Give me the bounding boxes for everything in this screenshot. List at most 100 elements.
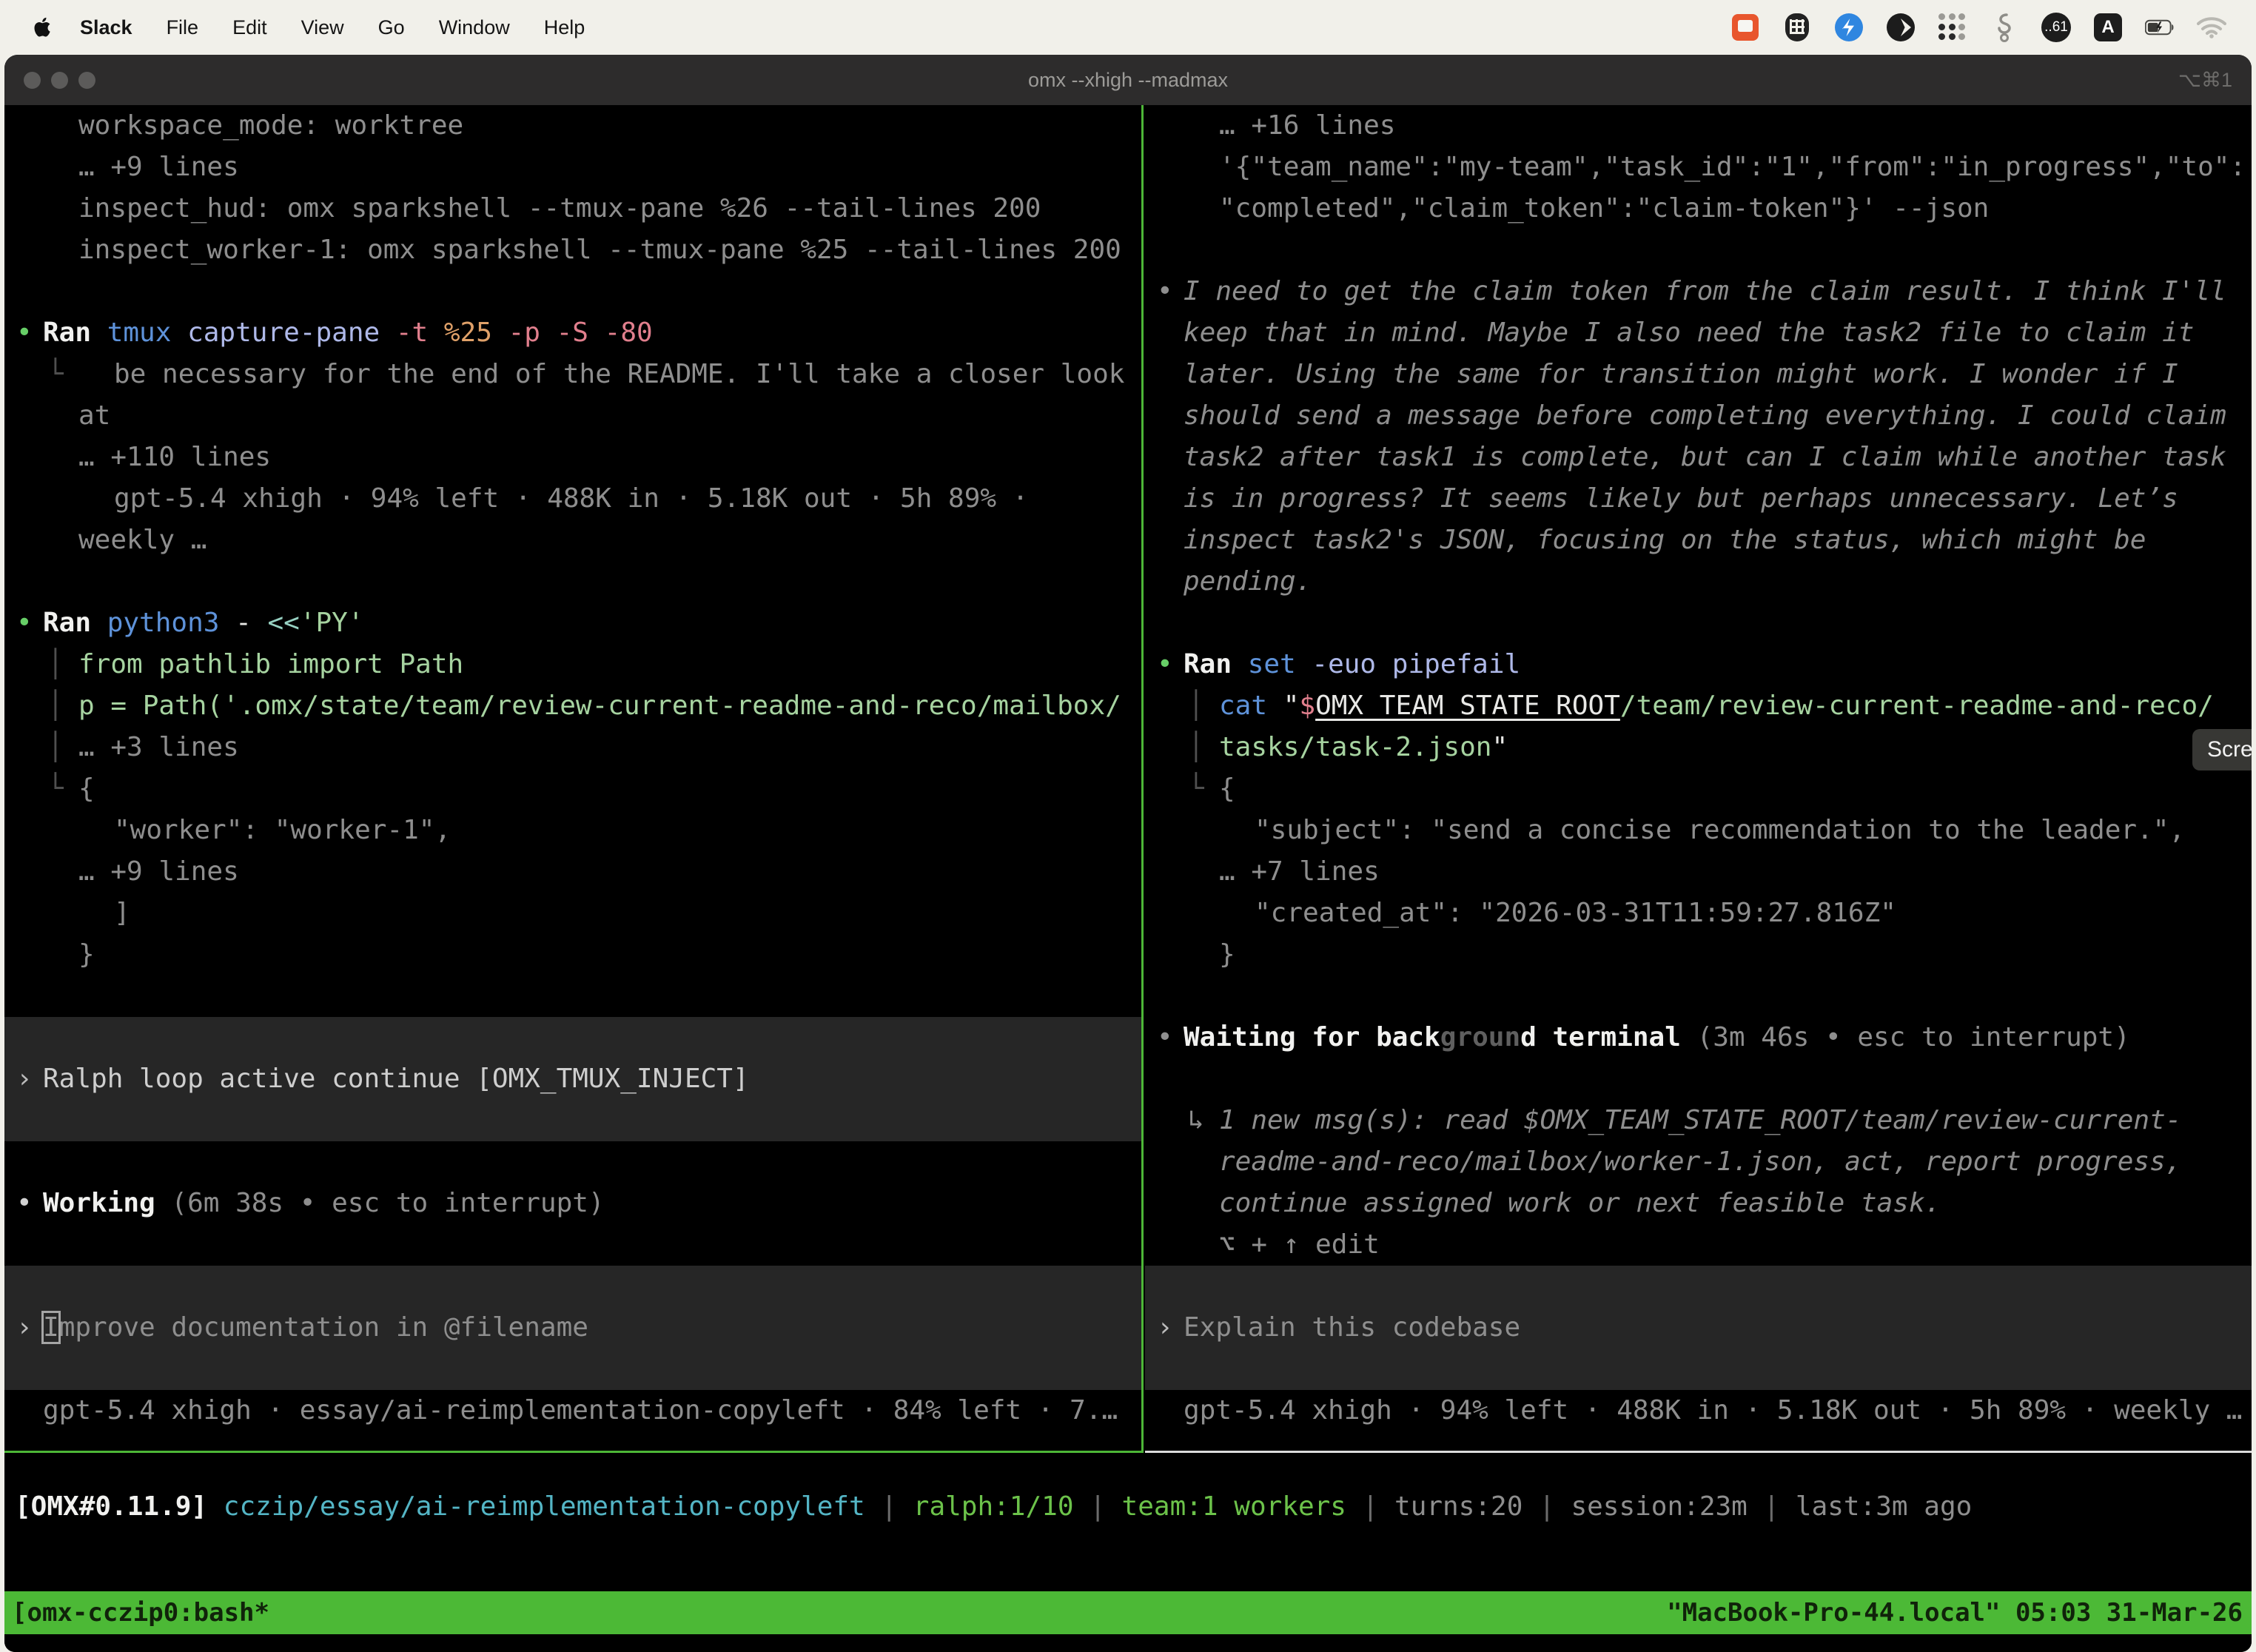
- terminal-line: ↳1 new msg(s): read $OMX_TEAM_STATE_ROOT…: [1145, 1100, 2252, 1141]
- terminal-line: ›Improve documentation in @filename: [4, 1307, 1141, 1349]
- count-badge-icon[interactable]: ..61: [2041, 13, 2071, 42]
- terminal-text: "completed","claim_token":"claim-token"}…: [1219, 193, 1989, 224]
- terminal-text: <<: [267, 608, 299, 638]
- terminal-text: … +9 lines: [78, 856, 239, 887]
- terminal-line: •Ran set -euo pipefail: [1145, 644, 2252, 685]
- terminal-text: ": [1491, 732, 1508, 762]
- terminal-line: at: [4, 395, 1141, 437]
- tmux-host-time: "MacBook-Pro-44.local" 05:03 31-Mar-26: [1667, 1598, 2252, 1628]
- terminal-line: … +110 lines: [4, 437, 1141, 478]
- line-gutter-marker: •: [16, 312, 33, 354]
- status-segment: [207, 1491, 224, 1522]
- terminal-text: "created_at": "2026-03-31T11:59:27.816Z": [1255, 898, 1896, 928]
- terminal-text: at: [78, 400, 110, 431]
- battery-icon[interactable]: [2145, 13, 2175, 42]
- dark-circle-app-icon[interactable]: [1886, 13, 1916, 42]
- terminal-text: from pathlib import Path: [78, 649, 463, 679]
- terminal-line: '{"team_name":"my-team","task_id":"1","f…: [1145, 147, 2252, 188]
- terminal-window: omx --xhigh --madmax ⌥⌘1 workspace_mode:…: [4, 55, 2252, 1652]
- terminal-text: d terminal: [1520, 1022, 1681, 1052]
- status-segment: ralph:1/10: [913, 1491, 1074, 1522]
- menu-item-file[interactable]: File: [150, 0, 216, 55]
- terminal-text: }: [1219, 939, 1235, 970]
- tmux-session-label: [omx-cczip0:bash*: [4, 1598, 269, 1628]
- terminal-text: gpt-5.4 xhigh · 94% left · 488K in · 5.1…: [1184, 1395, 2242, 1426]
- terminal-line: should send a message before completing …: [1145, 395, 2252, 437]
- line-gutter-marker: •: [1157, 644, 1173, 685]
- line-gutter-marker: │: [47, 727, 64, 768]
- terminal-line: │tasks/task-2.json": [1145, 727, 2252, 768]
- terminal-text: later. Using the same for transition mig…: [1184, 359, 2178, 389]
- terminal-line: workspace_mode: worktree: [4, 105, 1141, 147]
- terminal-line: inspect task2's JSON, focusing on the st…: [1145, 520, 2252, 561]
- terminal-line: [1145, 1266, 2252, 1307]
- terminal-text: should send a message before completing …: [1184, 400, 2226, 431]
- terminal-text: ": [1283, 691, 1300, 721]
- terminal-text: mprove documentation in @filename: [59, 1312, 588, 1343]
- squiggle-icon[interactable]: [1990, 13, 2019, 42]
- pane-divider[interactable]: [1141, 105, 1144, 1453]
- terminal-text: gpt-5.4 xhigh · 94% left · 488K in · 5.1…: [114, 483, 1028, 514]
- terminal-line: •I need to get the claim token from the …: [1145, 271, 2252, 312]
- terminal-line: pending.: [1145, 561, 2252, 602]
- terminal-text: inspect task2's JSON, focusing on the st…: [1184, 525, 2146, 555]
- terminal-text: python3: [107, 608, 235, 638]
- terminal-line: gpt-5.4 xhigh · 94% left · 488K in · 5.1…: [4, 478, 1141, 520]
- terminal-text: workspace_mode: worktree: [78, 110, 463, 141]
- menu-item-help[interactable]: Help: [527, 0, 602, 55]
- terminal-text: tasks/task-2.json: [1219, 732, 1491, 762]
- terminal-line: │… +3 lines: [4, 727, 1141, 768]
- left-pane-bottom-border: [4, 1451, 1141, 1453]
- wifi-icon[interactable]: [2197, 13, 2226, 42]
- terminal-text: ⌥ + ↑ edit: [1219, 1229, 1380, 1260]
- terminal-text: -p: [508, 318, 557, 348]
- right-terminal-pane[interactable]: … +16 lines'{"team_name":"my-team","task…: [1145, 105, 2252, 1431]
- line-gutter-marker: ›: [16, 1307, 33, 1349]
- right-pane-bottom-border: [1145, 1451, 2252, 1453]
- menu-item-edit[interactable]: Edit: [215, 0, 284, 55]
- terminal-text: Ran: [1184, 649, 1248, 679]
- line-gutter-marker: └: [47, 354, 64, 395]
- window-title-bar[interactable]: omx --xhigh --madmax ⌥⌘1: [4, 55, 2252, 105]
- terminal-line: gpt-5.4 xhigh · essay/ai-reimplementatio…: [4, 1390, 1141, 1431]
- blue-bolt-icon[interactable]: [1834, 13, 1864, 42]
- terminal-line: … +7 lines: [1145, 851, 2252, 893]
- terminal-text: pending.: [1184, 566, 1312, 597]
- chat-app-icon[interactable]: [1730, 13, 1760, 42]
- line-gutter-marker: •: [1157, 1017, 1173, 1058]
- terminal-text: Working: [43, 1188, 155, 1218]
- dots-grid-icon[interactable]: [1938, 13, 1967, 42]
- tmux-status-bar: [omx-cczip0:bash* "MacBook-Pro-44.local"…: [4, 1591, 2252, 1634]
- terminal-line: gpt-5.4 xhigh · 94% left · 488K in · 5.1…: [1145, 1390, 2252, 1431]
- terminal-line: [4, 1266, 1141, 1307]
- terminal-text: tmux: [107, 318, 187, 348]
- shield-grid-icon[interactable]: [1782, 13, 1812, 42]
- left-terminal-pane[interactable]: workspace_mode: worktree… +9 linesinspec…: [4, 105, 1141, 1431]
- terminal-text: groun: [1440, 1022, 1520, 1052]
- terminal-text: "subject": "send a concise recommendatio…: [1255, 815, 2185, 845]
- terminal-line: "worker": "worker-1",: [4, 810, 1141, 851]
- terminal-text: /team/review-current-readme-and-reco/: [1620, 691, 2214, 721]
- terminal-text: … +7 lines: [1219, 856, 1380, 887]
- menu-item-window[interactable]: Window: [422, 0, 527, 55]
- line-gutter-marker: ↳: [1188, 1100, 1204, 1141]
- terminal-content[interactable]: workspace_mode: worktree … +9 lines inspec…: [4, 105, 2252, 1652]
- menu-item-view[interactable]: View: [284, 0, 361, 55]
- terminal-line: │p = Path('.omx/state/team/review-curren…: [4, 685, 1141, 727]
- terminal-line: └{: [4, 768, 1141, 810]
- terminal-line: [4, 1224, 1141, 1266]
- menu-app-name[interactable]: Slack: [80, 0, 150, 55]
- line-gutter-marker: •: [16, 1183, 33, 1224]
- terminal-text: keep that in mind. Maybe I also need the…: [1184, 318, 2194, 348]
- terminal-line: ]: [4, 893, 1141, 934]
- apple-logo-icon[interactable]: [34, 16, 53, 38]
- terminal-text: -S: [557, 318, 605, 348]
- status-segment: |: [1346, 1491, 1394, 1522]
- terminal-line: }: [1145, 934, 2252, 976]
- terminal-text: task2 after task1 is complete, but can I…: [1184, 442, 2226, 472]
- menu-item-go[interactable]: Go: [361, 0, 422, 55]
- terminal-text: weekly …: [78, 525, 207, 555]
- terminal-line: │from pathlib import Path: [4, 644, 1141, 685]
- a-key-icon[interactable]: A: [2093, 13, 2123, 42]
- terminal-text: -80: [605, 318, 653, 348]
